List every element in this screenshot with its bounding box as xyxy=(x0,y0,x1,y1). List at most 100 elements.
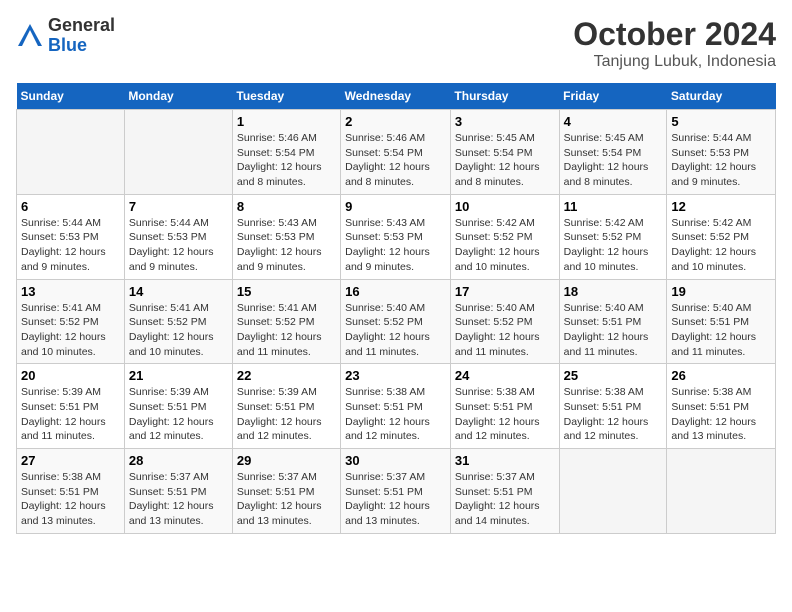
day-number: 14 xyxy=(129,284,228,299)
calendar-cell: 25 Sunrise: 5:38 AMSunset: 5:51 PMDayligh… xyxy=(559,364,667,449)
calendar-body: 1 Sunrise: 5:46 AMSunset: 5:54 PMDaylight… xyxy=(17,110,776,534)
weekday-header-friday: Friday xyxy=(559,83,667,110)
day-info: Sunrise: 5:41 AMSunset: 5:52 PMDaylight:… xyxy=(237,301,336,360)
day-number: 11 xyxy=(564,199,663,214)
calendar-week-3: 13 Sunrise: 5:41 AMSunset: 5:52 PMDayligh… xyxy=(17,279,776,364)
day-number: 25 xyxy=(564,368,663,383)
day-info: Sunrise: 5:46 AMSunset: 5:54 PMDaylight:… xyxy=(237,131,336,190)
calendar-cell: 17 Sunrise: 5:40 AMSunset: 5:52 PMDayligh… xyxy=(450,279,559,364)
day-number: 31 xyxy=(455,453,555,468)
day-info: Sunrise: 5:39 AMSunset: 5:51 PMDaylight:… xyxy=(237,385,336,444)
calendar-cell: 1 Sunrise: 5:46 AMSunset: 5:54 PMDaylight… xyxy=(232,110,340,195)
day-info: Sunrise: 5:44 AMSunset: 5:53 PMDaylight:… xyxy=(129,216,228,275)
calendar-cell: 31Sunrise: 5:37 AMSunset: 5:51 PMDayligh… xyxy=(450,449,559,534)
calendar-cell: 20 Sunrise: 5:39 AMSunset: 5:51 PMDayligh… xyxy=(17,364,125,449)
calendar-week-4: 20 Sunrise: 5:39 AMSunset: 5:51 PMDayligh… xyxy=(17,364,776,449)
day-info: Sunrise: 5:40 AMSunset: 5:52 PMDaylight:… xyxy=(455,301,555,360)
day-number: 9 xyxy=(345,199,446,214)
day-number: 3 xyxy=(455,114,555,129)
calendar-cell: 6 Sunrise: 5:44 AMSunset: 5:53 PMDaylight… xyxy=(17,194,125,279)
calendar-header: SundayMondayTuesdayWednesdayThursdayFrid… xyxy=(17,83,776,110)
day-number: 5 xyxy=(671,114,771,129)
weekday-header-monday: Monday xyxy=(124,83,232,110)
weekday-row: SundayMondayTuesdayWednesdayThursdayFrid… xyxy=(17,83,776,110)
day-info: Sunrise: 5:41 AMSunset: 5:52 PMDaylight:… xyxy=(21,301,120,360)
day-number: 8 xyxy=(237,199,336,214)
day-info: Sunrise: 5:43 AMSunset: 5:53 PMDaylight:… xyxy=(237,216,336,275)
calendar-cell: 3 Sunrise: 5:45 AMSunset: 5:54 PMDaylight… xyxy=(450,110,559,195)
calendar-cell: 21Sunrise: 5:39 AMSunset: 5:51 PMDayligh… xyxy=(124,364,232,449)
day-info: Sunrise: 5:45 AMSunset: 5:54 PMDaylight:… xyxy=(564,131,663,190)
day-info: Sunrise: 5:41 AMSunset: 5:52 PMDaylight:… xyxy=(129,301,228,360)
calendar-cell: 24 Sunrise: 5:38 AMSunset: 5:51 PMDayligh… xyxy=(450,364,559,449)
calendar-cell: 27 Sunrise: 5:38 AMSunset: 5:51 PMDayligh… xyxy=(17,449,125,534)
day-info: Sunrise: 5:37 AMSunset: 5:51 PMDaylight:… xyxy=(345,470,446,529)
day-number: 12 xyxy=(671,199,771,214)
day-info: Sunrise: 5:37 AMSunset: 5:51 PMDaylight:… xyxy=(129,470,228,529)
logo-icon xyxy=(16,22,44,50)
day-info: Sunrise: 5:39 AMSunset: 5:51 PMDaylight:… xyxy=(129,385,228,444)
day-number: 16 xyxy=(345,284,446,299)
calendar-week-5: 27 Sunrise: 5:38 AMSunset: 5:51 PMDayligh… xyxy=(17,449,776,534)
day-number: 20 xyxy=(21,368,120,383)
logo-blue: Blue xyxy=(48,35,87,55)
day-number: 15 xyxy=(237,284,336,299)
day-info: Sunrise: 5:44 AMSunset: 5:53 PMDaylight:… xyxy=(21,216,120,275)
day-info: Sunrise: 5:39 AMSunset: 5:51 PMDaylight:… xyxy=(21,385,120,444)
day-number: 27 xyxy=(21,453,120,468)
day-info: Sunrise: 5:40 AMSunset: 5:51 PMDaylight:… xyxy=(564,301,663,360)
logo-general: General xyxy=(48,15,115,35)
calendar-cell xyxy=(124,110,232,195)
calendar-cell: 26Sunrise: 5:38 AMSunset: 5:51 PMDayligh… xyxy=(667,364,776,449)
day-info: Sunrise: 5:38 AMSunset: 5:51 PMDaylight:… xyxy=(21,470,120,529)
weekday-header-thursday: Thursday xyxy=(450,83,559,110)
location: Tanjung Lubuk, Indonesia xyxy=(573,53,776,71)
day-number: 24 xyxy=(455,368,555,383)
day-number: 7 xyxy=(129,199,228,214)
calendar-cell: 12Sunrise: 5:42 AMSunset: 5:52 PMDayligh… xyxy=(667,194,776,279)
day-number: 18 xyxy=(564,284,663,299)
weekday-header-wednesday: Wednesday xyxy=(341,83,451,110)
calendar-cell: 18 Sunrise: 5:40 AMSunset: 5:51 PMDayligh… xyxy=(559,279,667,364)
calendar-week-2: 6 Sunrise: 5:44 AMSunset: 5:53 PMDaylight… xyxy=(17,194,776,279)
calendar-cell: 22Sunrise: 5:39 AMSunset: 5:51 PMDayligh… xyxy=(232,364,340,449)
calendar-cell: 16 Sunrise: 5:40 AMSunset: 5:52 PMDayligh… xyxy=(341,279,451,364)
day-info: Sunrise: 5:37 AMSunset: 5:51 PMDaylight:… xyxy=(237,470,336,529)
day-info: Sunrise: 5:43 AMSunset: 5:53 PMDaylight:… xyxy=(345,216,446,275)
calendar-cell: 19Sunrise: 5:40 AMSunset: 5:51 PMDayligh… xyxy=(667,279,776,364)
calendar-cell: 4Sunrise: 5:45 AMSunset: 5:54 PMDaylight… xyxy=(559,110,667,195)
logo-text: General Blue xyxy=(48,16,115,56)
day-number: 2 xyxy=(345,114,446,129)
calendar-week-1: 1 Sunrise: 5:46 AMSunset: 5:54 PMDaylight… xyxy=(17,110,776,195)
day-info: Sunrise: 5:38 AMSunset: 5:51 PMDaylight:… xyxy=(455,385,555,444)
calendar-cell: 23 Sunrise: 5:38 AMSunset: 5:51 PMDayligh… xyxy=(341,364,451,449)
day-info: Sunrise: 5:38 AMSunset: 5:51 PMDaylight:… xyxy=(345,385,446,444)
day-number: 17 xyxy=(455,284,555,299)
day-number: 28 xyxy=(129,453,228,468)
day-number: 1 xyxy=(237,114,336,129)
day-info: Sunrise: 5:38 AMSunset: 5:51 PMDaylight:… xyxy=(671,385,771,444)
calendar-cell xyxy=(559,449,667,534)
calendar-cell: 30Sunrise: 5:37 AMSunset: 5:51 PMDayligh… xyxy=(341,449,451,534)
calendar-cell: 7 Sunrise: 5:44 AMSunset: 5:53 PMDaylight… xyxy=(124,194,232,279)
day-number: 23 xyxy=(345,368,446,383)
day-number: 13 xyxy=(21,284,120,299)
day-number: 10 xyxy=(455,199,555,214)
day-info: Sunrise: 5:45 AMSunset: 5:54 PMDaylight:… xyxy=(455,131,555,190)
weekday-header-tuesday: Tuesday xyxy=(232,83,340,110)
weekday-header-saturday: Saturday xyxy=(667,83,776,110)
logo: General Blue xyxy=(16,16,115,56)
calendar-cell: 13 Sunrise: 5:41 AMSunset: 5:52 PMDayligh… xyxy=(17,279,125,364)
day-info: Sunrise: 5:42 AMSunset: 5:52 PMDaylight:… xyxy=(564,216,663,275)
calendar-cell: 5Sunrise: 5:44 AMSunset: 5:53 PMDaylight… xyxy=(667,110,776,195)
calendar-cell xyxy=(667,449,776,534)
calendar-cell: 9 Sunrise: 5:43 AMSunset: 5:53 PMDaylight… xyxy=(341,194,451,279)
day-number: 6 xyxy=(21,199,120,214)
page-header: General Blue October 2024 Tanjung Lubuk,… xyxy=(16,16,776,71)
calendar-cell: 8 Sunrise: 5:43 AMSunset: 5:53 PMDaylight… xyxy=(232,194,340,279)
day-info: Sunrise: 5:38 AMSunset: 5:51 PMDaylight:… xyxy=(564,385,663,444)
calendar-cell: 10Sunrise: 5:42 AMSunset: 5:52 PMDayligh… xyxy=(450,194,559,279)
day-info: Sunrise: 5:40 AMSunset: 5:52 PMDaylight:… xyxy=(345,301,446,360)
calendar-cell: 2Sunrise: 5:46 AMSunset: 5:54 PMDaylight… xyxy=(341,110,451,195)
day-number: 29 xyxy=(237,453,336,468)
